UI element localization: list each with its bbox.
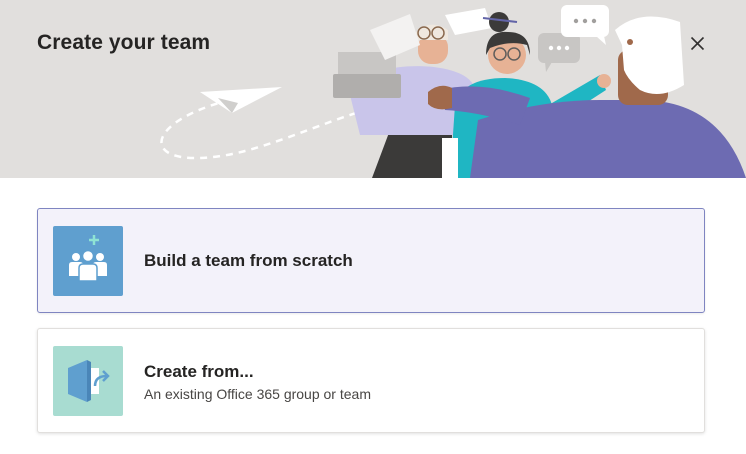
option-subtitle: An existing Office 365 group or team <box>144 386 371 402</box>
create-team-dialog: Create your team Build a team from scrat… <box>0 0 746 454</box>
dialog-header: Create your team <box>0 0 746 178</box>
close-icon <box>690 36 705 51</box>
team-illustration <box>160 5 746 178</box>
build-from-scratch-option[interactable]: Build a team from scratch <box>37 208 705 313</box>
create-from-existing-option[interactable]: Create from... An existing Office 365 gr… <box>37 328 705 433</box>
option-title: Create from... <box>144 362 254 381</box>
option-title: Build a team from scratch <box>144 251 353 270</box>
dialog-title: Create your team <box>37 31 211 54</box>
team-add-icon <box>53 226 123 296</box>
close-button[interactable] <box>684 29 712 57</box>
office-group-icon <box>53 346 123 416</box>
